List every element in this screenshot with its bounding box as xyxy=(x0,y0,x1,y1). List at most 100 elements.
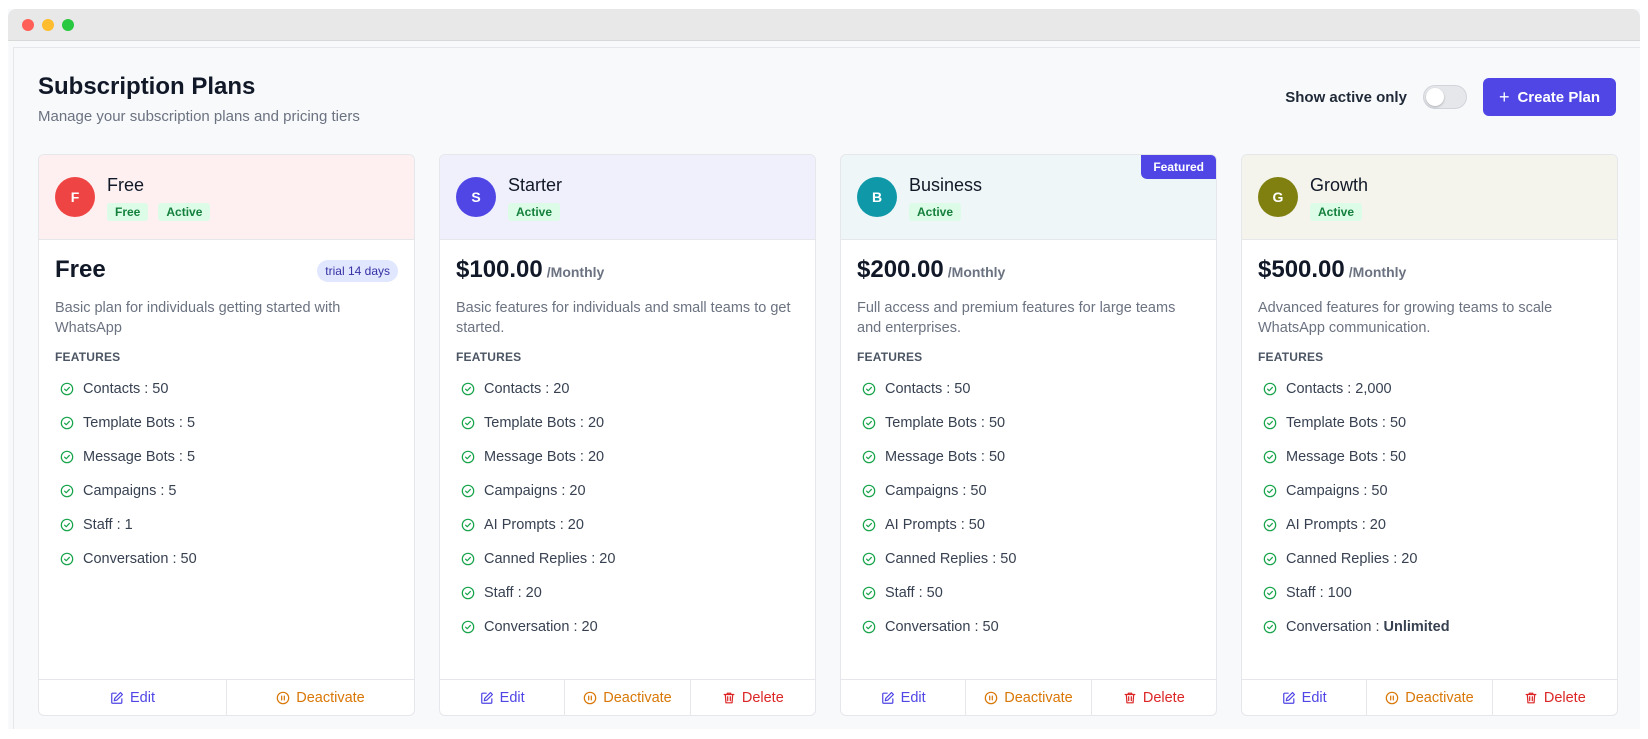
plan-price: $500.00 xyxy=(1258,256,1345,283)
feature-value: 100 xyxy=(1327,585,1352,601)
check-circle-icon xyxy=(862,620,876,634)
edit-button-label: Edit xyxy=(1301,689,1327,706)
plan-card-growth: G Growth Active $500.00/Monthly Advanced… xyxy=(1241,154,1618,716)
delete-button[interactable]: Delete xyxy=(1092,680,1216,715)
feature-name: Conversation : xyxy=(885,619,979,635)
feature-value: 50 xyxy=(926,585,943,601)
feature-name: AI Prompts : xyxy=(1286,517,1366,533)
feature-value: 20 xyxy=(567,517,584,533)
trial-badge: trial 14 days xyxy=(317,260,398,282)
create-plan-button[interactable]: + Create Plan xyxy=(1482,78,1616,116)
edit-button[interactable]: Edit xyxy=(39,680,227,715)
check-circle-icon xyxy=(461,586,475,600)
check-circle-icon xyxy=(862,484,876,498)
check-circle-icon xyxy=(461,450,475,464)
plan-card-header: B Business Active Featured xyxy=(841,155,1216,240)
feature-item: Message Bots :50 xyxy=(857,440,1200,474)
minimize-window-button[interactable] xyxy=(42,18,54,31)
feature-item: Campaigns :50 xyxy=(1258,474,1601,508)
feature-value: 20 xyxy=(599,551,616,567)
feature-name: Template Bots : xyxy=(1286,415,1386,431)
feature-name: Campaigns : xyxy=(83,483,165,499)
feature-item: Campaigns :5 xyxy=(55,474,398,508)
plan-badge-active: Active xyxy=(909,203,962,221)
check-circle-icon xyxy=(60,416,74,430)
plan-price: $200.00 xyxy=(857,256,944,283)
check-circle-icon xyxy=(1263,484,1277,498)
feature-item: Template Bots :20 xyxy=(456,406,799,440)
plan-card-actions: Edit Deactivate xyxy=(39,679,414,715)
check-circle-icon xyxy=(60,382,74,396)
plan-card-body: $100.00/Monthly Basic features for indiv… xyxy=(440,240,815,644)
deactivate-button[interactable]: Deactivate xyxy=(1367,680,1493,715)
check-circle-icon xyxy=(862,416,876,430)
feature-name: Conversation : xyxy=(83,551,177,567)
feature-name: Campaigns : xyxy=(1286,483,1368,499)
pause-circle-icon xyxy=(583,691,597,705)
feature-list: Contacts :2,000 Template Bots :50 Message … xyxy=(1258,372,1601,644)
check-circle-icon xyxy=(1263,552,1277,566)
feature-item: AI Prompts :20 xyxy=(1258,508,1601,542)
deactivate-button[interactable]: Deactivate xyxy=(565,680,691,715)
feature-value: 20 xyxy=(587,449,605,465)
feature-item: Message Bots :50 xyxy=(1258,440,1601,474)
feature-value: 50 xyxy=(954,381,971,397)
feature-name: Canned Replies : xyxy=(484,551,596,567)
check-circle-icon xyxy=(1263,518,1277,532)
plus-icon: + xyxy=(1498,87,1510,107)
maximize-window-button[interactable] xyxy=(62,18,74,31)
feature-value: 1 xyxy=(124,517,133,533)
feature-value: 20 xyxy=(553,381,570,397)
pause-circle-icon xyxy=(1385,691,1399,705)
feature-value: 5 xyxy=(186,415,196,431)
feature-value: 20 xyxy=(587,415,605,431)
feature-name: Campaigns : xyxy=(484,483,566,499)
feature-item: Conversation :50 xyxy=(857,610,1200,644)
feature-name: Staff : xyxy=(1286,585,1324,601)
feature-item: Contacts :50 xyxy=(55,372,398,406)
trash-icon xyxy=(1524,691,1538,705)
show-active-label: Show active only xyxy=(1285,88,1407,106)
feature-value: 20 xyxy=(1369,517,1386,533)
edit-button[interactable]: Edit xyxy=(1242,680,1368,715)
featured-ribbon: Featured xyxy=(1141,155,1216,179)
plan-price: Free xyxy=(55,256,106,283)
feature-item: Contacts :2,000 xyxy=(1258,372,1601,406)
show-active-toggle[interactable] xyxy=(1422,85,1467,109)
deactivate-button-label: Deactivate xyxy=(296,689,365,706)
pause-circle-icon xyxy=(276,691,290,705)
plan-name: Free xyxy=(107,175,145,195)
feature-item: AI Prompts :20 xyxy=(456,508,799,542)
delete-button[interactable]: Delete xyxy=(1493,680,1617,715)
check-circle-icon xyxy=(862,552,876,566)
feature-item: Message Bots :5 xyxy=(55,440,398,474)
edit-button[interactable]: Edit xyxy=(440,680,566,715)
feature-name: Contacts : xyxy=(484,381,550,397)
plan-avatar: F xyxy=(55,177,95,217)
check-circle-icon xyxy=(1263,382,1277,396)
plan-badges: Active xyxy=(508,203,562,221)
check-circle-icon xyxy=(60,518,74,532)
close-window-button[interactable] xyxy=(22,18,34,31)
feature-name: Contacts : xyxy=(885,381,951,397)
price-row: $500.00/Monthly xyxy=(1258,256,1601,286)
edit-icon xyxy=(110,691,124,705)
feature-name: Campaigns : xyxy=(885,483,967,499)
plan-card-body: $500.00/Monthly Advanced features for gr… xyxy=(1242,240,1617,644)
deactivate-button[interactable]: Deactivate xyxy=(227,680,414,715)
delete-button[interactable]: Delete xyxy=(691,680,815,715)
plan-period: /Monthly xyxy=(1348,264,1407,280)
edit-button[interactable]: Edit xyxy=(841,680,967,715)
feature-name: Staff : xyxy=(83,517,121,533)
plan-cards: F Free Free Active Free trial 14 days Bas… xyxy=(38,154,1618,716)
edit-button-label: Edit xyxy=(900,689,926,706)
feature-item: Template Bots :50 xyxy=(857,406,1200,440)
check-circle-icon xyxy=(60,450,74,464)
plan-badge-active: Active xyxy=(508,203,561,221)
feature-item: Staff :20 xyxy=(456,576,799,610)
feature-value: Unlimited xyxy=(1383,619,1450,635)
deactivate-button[interactable]: Deactivate xyxy=(966,680,1092,715)
feature-value: 20 xyxy=(525,585,542,601)
edit-icon xyxy=(1282,691,1296,705)
plan-avatar: B xyxy=(857,177,897,217)
